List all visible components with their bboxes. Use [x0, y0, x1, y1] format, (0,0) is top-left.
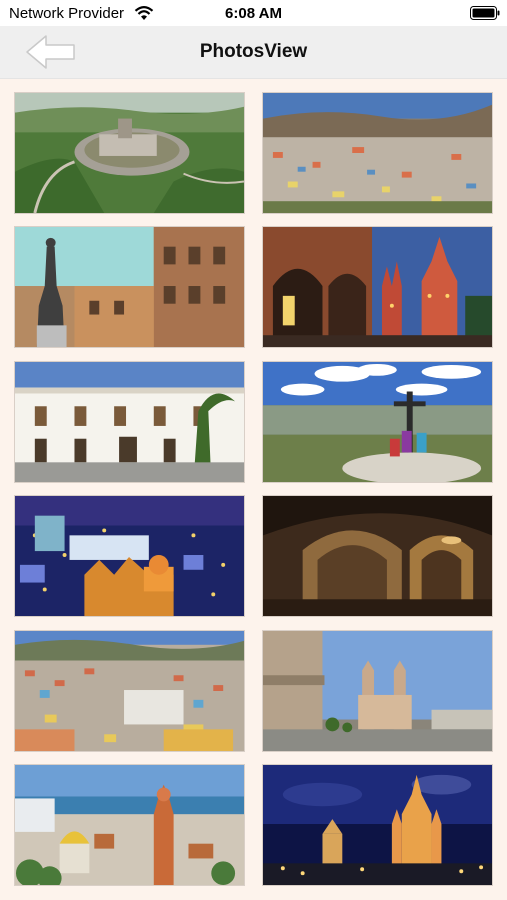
battery-icon [470, 6, 500, 20]
status-bar: Network Provider 6:08 AM [0, 0, 507, 26]
photo-thumbnail[interactable] [262, 764, 493, 886]
photo-thumbnail[interactable] [14, 226, 245, 348]
photo-thumbnail[interactable] [262, 361, 493, 483]
photo-thumbnail[interactable] [14, 630, 245, 752]
photo-thumbnail[interactable] [262, 92, 493, 214]
photo-thumbnail[interactable] [262, 630, 493, 752]
photo-thumbnail[interactable] [14, 764, 245, 886]
photo-thumbnail[interactable] [262, 495, 493, 617]
photo-thumbnail[interactable] [262, 226, 493, 348]
photo-thumbnail[interactable] [14, 495, 245, 617]
photo-thumbnail[interactable] [14, 361, 245, 483]
photo-thumbnail[interactable] [14, 92, 245, 214]
page-title: PhotosView [199, 41, 308, 62]
clock: 6:08 AM [225, 5, 282, 22]
navigation-bar: PhotosView [0, 26, 507, 79]
